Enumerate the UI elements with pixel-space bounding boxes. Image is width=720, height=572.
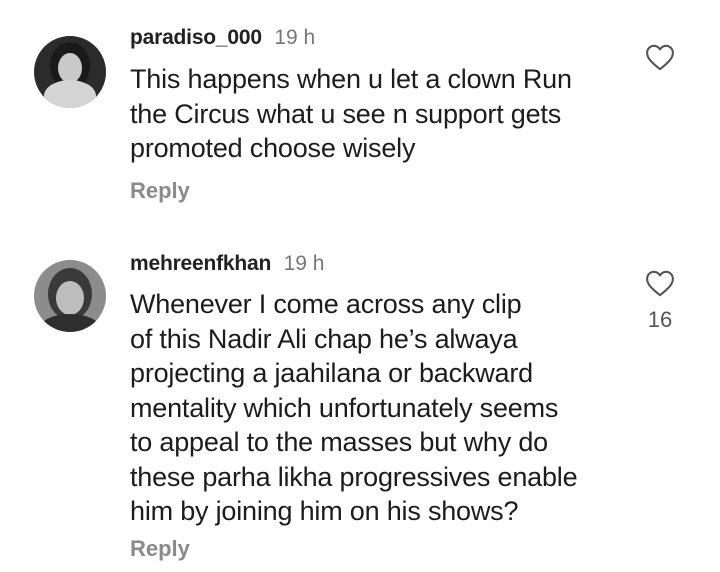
- avatar-photo: [34, 260, 106, 332]
- comment-text-line: Whenever I come across any clip: [130, 289, 522, 319]
- avatar[interactable]: [34, 260, 106, 332]
- comment-text: Whenever I come across any clip of this …: [130, 287, 650, 529]
- comment-text: This happens when u let a clown Run the …: [130, 62, 650, 166]
- comment-text-line: This happens when u let a clown Run: [130, 64, 572, 94]
- comment-text-line: these parha likha progressives enable: [130, 461, 578, 492]
- comment-text-line: to appeal to the masses but why do: [130, 427, 548, 457]
- like-count: 16: [647, 307, 673, 332]
- comment-text-line: of this Nadir Ali chap he’s alwaya: [130, 323, 518, 354]
- reply-button[interactable]: Reply: [130, 178, 190, 204]
- heart-outline-icon: [646, 270, 674, 297]
- like-button[interactable]: [641, 44, 679, 71]
- heart-outline-icon: [646, 44, 674, 71]
- timestamp: 19 h: [283, 252, 325, 275]
- comment-text-line: promoted choose wisely: [130, 133, 416, 163]
- like-button[interactable]: 16: [641, 270, 679, 333]
- reply-button[interactable]: Reply: [130, 536, 190, 562]
- comment-text-line: him by joining him on his shows?: [130, 496, 519, 526]
- timestamp: 19 h: [274, 26, 316, 49]
- comment-meta: paradiso_000 19 h: [130, 26, 315, 50]
- username[interactable]: paradiso_000: [130, 26, 262, 49]
- comment-text-line: the Circus what u see n support gets: [130, 98, 562, 129]
- username[interactable]: mehreenfkhan: [130, 252, 271, 275]
- comment-text-line: projecting a jaahilana or backward: [130, 358, 533, 388]
- avatar[interactable]: [34, 36, 106, 108]
- comment-meta: mehreenfkhan 19 h: [130, 252, 324, 276]
- comment-text-line: mentality which unfortunately seems: [130, 392, 559, 423]
- avatar-photo: [34, 36, 106, 108]
